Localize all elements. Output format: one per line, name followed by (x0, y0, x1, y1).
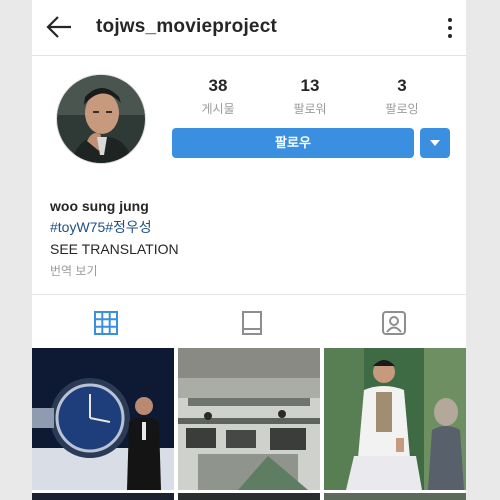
followers-count-value: 13 (300, 76, 320, 95)
profile-display-name: woo sung jung (50, 198, 149, 214)
posts-count[interactable]: 38 게시물 (178, 76, 258, 117)
arrow-left-icon[interactable] (44, 14, 74, 40)
grid-icon[interactable] (92, 309, 120, 337)
post-thumbnail[interactable] (178, 348, 320, 490)
following-count-label: 팔로잉 (385, 102, 419, 116)
caret-down-icon (430, 140, 440, 146)
follow-button[interactable]: 팔로우 (172, 128, 414, 158)
tagged-user-icon[interactable] (380, 309, 408, 337)
followers-count[interactable]: 13 팔로워 (270, 76, 350, 117)
instagram-profile-screen: tojws_movieproject 38 게시물 13 팔로워 3 팔로잉 팔 (32, 0, 466, 500)
following-count-value: 3 (397, 76, 407, 95)
bio-hashtags[interactable]: #toyW75#정우성 (50, 216, 450, 238)
post-thumbnail[interactable] (178, 493, 320, 500)
post-thumbnail[interactable] (32, 348, 174, 490)
posts-count-label: 게시물 (201, 102, 235, 116)
post-thumbnail[interactable] (324, 348, 466, 490)
suggested-accounts-button[interactable] (420, 128, 450, 158)
avatar[interactable] (56, 74, 146, 164)
followers-count-label: 팔로워 (293, 102, 327, 116)
profile-tabs (32, 294, 466, 348)
following-count[interactable]: 3 팔로잉 (362, 76, 442, 117)
profile-username: tojws_movieproject (96, 16, 277, 37)
see-translation-ko-link[interactable]: 번역 보기 (50, 260, 450, 282)
see-translation-link[interactable]: SEE TRANSLATION (50, 238, 450, 260)
post-thumbnail[interactable] (32, 493, 174, 500)
post-thumbnail[interactable] (324, 493, 466, 500)
feed-icon[interactable] (238, 309, 266, 337)
more-vertical-icon[interactable] (444, 15, 456, 41)
top-bar: tojws_movieproject (32, 0, 466, 56)
posts-count-value: 38 (208, 76, 228, 95)
profile-bio: woo sung jung #toyW75#정우성 SEE TRANSLATIO… (50, 196, 450, 282)
